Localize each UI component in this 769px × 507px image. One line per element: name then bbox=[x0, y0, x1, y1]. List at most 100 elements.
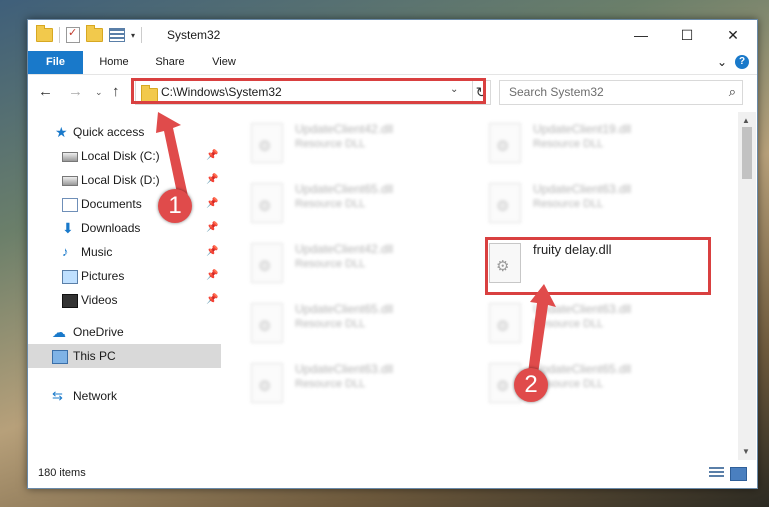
folder-icon bbox=[141, 85, 158, 102]
forward-button[interactable]: → bbox=[68, 83, 83, 100]
dll-file-icon bbox=[489, 183, 521, 223]
sidebar-item-network[interactable]: ⇆ Network bbox=[28, 384, 221, 408]
recent-locations-button[interactable]: ⌄ bbox=[95, 87, 103, 98]
vertical-scrollbar[interactable]: ▲ ▼ bbox=[738, 112, 756, 460]
sidebar-item-label: Local Disk (D:) bbox=[81, 173, 160, 187]
pin-icon[interactable]: 📌 bbox=[206, 168, 218, 192]
scrollbar-thumb[interactable] bbox=[742, 127, 752, 179]
pin-icon[interactable]: 📌 bbox=[206, 216, 218, 240]
sidebar-item-label: Videos bbox=[81, 293, 118, 307]
tab-view[interactable]: View bbox=[198, 51, 250, 74]
sidebar-item-label: Downloads bbox=[81, 221, 141, 235]
file-type: Resource DLL bbox=[533, 198, 604, 210]
download-icon: ⬇ bbox=[62, 220, 74, 236]
file-explorer-window: ▾ System32 — ☐ ✕ File Home Share View ⌄ … bbox=[27, 19, 758, 489]
file-name: UpdateClient19.dll bbox=[533, 122, 632, 136]
search-input[interactable]: Search System32 ⌕ bbox=[499, 80, 743, 105]
address-path[interactable]: C:\Windows\System32 bbox=[161, 85, 282, 99]
large-icons-view-icon[interactable] bbox=[730, 467, 747, 481]
scroll-up-icon[interactable]: ▲ bbox=[742, 116, 750, 125]
search-icon[interactable]: ⌕ bbox=[729, 84, 736, 100]
pin-icon[interactable]: 📌 bbox=[206, 144, 218, 168]
scroll-down-icon[interactable]: ▼ bbox=[742, 447, 750, 456]
sidebar-item-label: Local Disk (C:) bbox=[81, 149, 160, 163]
sidebar-item-onedrive[interactable]: ☁ OneDrive bbox=[28, 320, 221, 344]
toolbar-divider bbox=[59, 27, 60, 43]
music-icon: ♪ bbox=[62, 244, 69, 259]
sidebar-item-label: OneDrive bbox=[73, 325, 124, 339]
navigation-pane: ★ Quick access Local Disk (C:) 📌 Local D… bbox=[28, 112, 221, 460]
file-highlight-box bbox=[485, 237, 711, 295]
sidebar-item-videos[interactable]: Videos 📌 bbox=[28, 288, 221, 312]
file-item[interactable]: UpdateClient65.dll Resource DLL bbox=[251, 180, 481, 228]
minimize-button[interactable]: — bbox=[618, 20, 664, 51]
folder-icon bbox=[36, 25, 53, 42]
navigation-bar: ← → ⌄ ↑ C:\Windows\System32 ⌄ ↻ Search S… bbox=[28, 75, 757, 111]
file-type: Resource DLL bbox=[295, 198, 366, 210]
file-item[interactable]: UpdateClient65.dll Resource DLL bbox=[251, 300, 481, 348]
new-folder-icon[interactable] bbox=[86, 25, 103, 42]
sidebar-item-this-pc[interactable]: This PC bbox=[28, 344, 221, 368]
details-view-icon[interactable] bbox=[709, 467, 724, 479]
file-item[interactable]: UpdateClient19.dll Resource DLL bbox=[489, 120, 719, 168]
customize-toolbar-icon[interactable]: ▾ bbox=[131, 31, 135, 40]
window-title: System32 bbox=[167, 28, 221, 42]
view-options-icon[interactable] bbox=[109, 28, 125, 42]
up-button[interactable]: ↑ bbox=[112, 83, 120, 100]
back-button[interactable]: ← bbox=[38, 83, 53, 100]
sidebar-item-downloads[interactable]: ⬇ Downloads 📌 bbox=[28, 216, 221, 240]
file-name: UpdateClient63.dll bbox=[533, 182, 632, 196]
status-bar: 180 items bbox=[28, 461, 757, 488]
cloud-icon: ☁ bbox=[52, 324, 66, 340]
file-item[interactable]: UpdateClient63.dll Resource DLL bbox=[489, 180, 719, 228]
pictures-icon bbox=[62, 270, 78, 284]
tab-file[interactable]: File bbox=[28, 51, 83, 74]
pin-icon[interactable]: 📌 bbox=[206, 240, 218, 264]
expand-ribbon-icon[interactable]: ⌄ bbox=[717, 55, 727, 69]
properties-icon[interactable] bbox=[66, 26, 80, 43]
close-button[interactable]: ✕ bbox=[710, 20, 756, 51]
tab-home[interactable]: Home bbox=[86, 51, 142, 74]
tab-share[interactable]: Share bbox=[144, 51, 196, 74]
drive-icon bbox=[62, 152, 78, 162]
step-1-badge: 1 bbox=[158, 189, 192, 223]
maximize-button[interactable]: ☐ bbox=[664, 20, 710, 51]
sidebar-item-label: Music bbox=[81, 245, 113, 259]
sidebar-item-quick-access[interactable]: ★ Quick access bbox=[28, 120, 221, 144]
sidebar-item-pictures[interactable]: Pictures 📌 bbox=[28, 264, 221, 288]
ribbon-tabs: File Home Share View ⌄ ? bbox=[28, 51, 757, 75]
file-item[interactable]: UpdateClient63.dll Resource DLL bbox=[251, 360, 481, 408]
sidebar-item-local-disk-c[interactable]: Local Disk (C:) 📌 bbox=[28, 144, 221, 168]
file-type: Resource DLL bbox=[295, 318, 366, 330]
sidebar-item-documents[interactable]: Documents 📌 bbox=[28, 192, 221, 216]
sidebar-item-label: Network bbox=[73, 389, 118, 403]
dll-file-icon bbox=[251, 183, 283, 223]
quick-access-toolbar: ▾ bbox=[36, 25, 143, 44]
address-bar[interactable]: C:\Windows\System32 ⌄ ↻ bbox=[135, 80, 491, 105]
sidebar-item-local-disk-d[interactable]: Local Disk (D:) 📌 bbox=[28, 168, 221, 192]
pin-icon[interactable]: 📌 bbox=[206, 192, 218, 216]
videos-icon bbox=[62, 294, 78, 308]
sidebar-item-label: Documents bbox=[81, 197, 142, 211]
help-icon[interactable]: ? bbox=[735, 55, 749, 69]
sidebar-item-label: Quick access bbox=[73, 125, 145, 139]
file-name: UpdateClient65.dll bbox=[295, 302, 394, 316]
address-dropdown-icon[interactable]: ⌄ bbox=[450, 84, 458, 95]
pin-icon[interactable]: 📌 bbox=[206, 288, 218, 312]
dll-file-icon bbox=[251, 363, 283, 403]
pin-icon[interactable]: 📌 bbox=[206, 264, 218, 288]
dll-file-icon bbox=[251, 303, 283, 343]
file-item[interactable]: UpdateClient42.dll Resource DLL bbox=[251, 240, 481, 288]
file-name: UpdateClient65.dll bbox=[295, 182, 394, 196]
search-placeholder: Search System32 bbox=[509, 85, 604, 99]
item-count: 180 items bbox=[38, 467, 86, 479]
file-type: Resource DLL bbox=[295, 378, 366, 390]
refresh-button[interactable]: ↻ bbox=[472, 81, 490, 104]
star-icon: ★ bbox=[55, 124, 68, 140]
sidebar-item-music[interactable]: ♪ Music 📌 bbox=[28, 240, 221, 264]
computer-icon bbox=[52, 350, 68, 364]
network-icon: ⇆ bbox=[52, 388, 63, 403]
file-name: UpdateClient42.dll bbox=[295, 122, 394, 136]
file-item[interactable]: UpdateClient63.dll Resource DLL bbox=[489, 300, 719, 348]
file-item[interactable]: UpdateClient42.dll Resource DLL bbox=[251, 120, 481, 168]
